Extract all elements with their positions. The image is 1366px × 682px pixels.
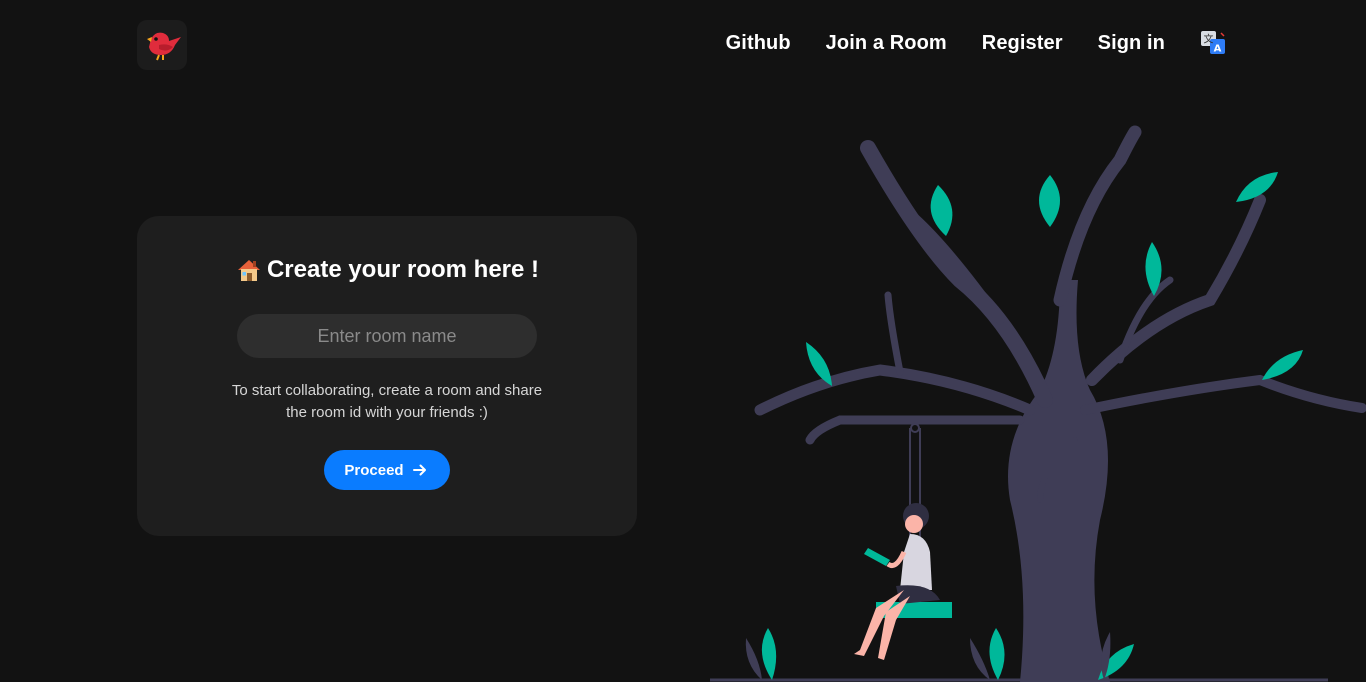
page: Github Join a Room Register Sign in 文 A … <box>0 0 1366 682</box>
room-name-input[interactable] <box>237 314 537 358</box>
red-bird-icon <box>147 32 181 61</box>
logo[interactable] <box>137 20 187 70</box>
card-title: Create your room here ! <box>235 256 539 284</box>
house-icon <box>237 260 260 281</box>
translate-icon[interactable]: 文 A <box>1200 30 1226 56</box>
card-title-text: Create your room here ! <box>266 256 540 283</box>
tree-swing-illustration <box>710 125 1366 682</box>
proceed-button-label: Proceed <box>344 461 404 479</box>
proceed-button[interactable]: Proceed <box>324 450 450 490</box>
nav-link-github[interactable]: Github <box>726 32 791 55</box>
nav-link-register[interactable]: Register <box>982 32 1063 55</box>
top-nav: Github Join a Room Register Sign in 文 A <box>726 30 1226 56</box>
arrow-right-icon <box>412 464 426 476</box>
create-room-card: Create your room here ! To start collabo… <box>137 216 637 536</box>
help-text: To start collaborating, create a room an… <box>231 382 543 421</box>
nav-link-sign-in[interactable]: Sign in <box>1098 32 1165 55</box>
svg-text:A: A <box>1214 44 1222 55</box>
svg-text:文: 文 <box>1204 33 1214 46</box>
nav-link-join-room[interactable]: Join a Room <box>826 32 947 55</box>
